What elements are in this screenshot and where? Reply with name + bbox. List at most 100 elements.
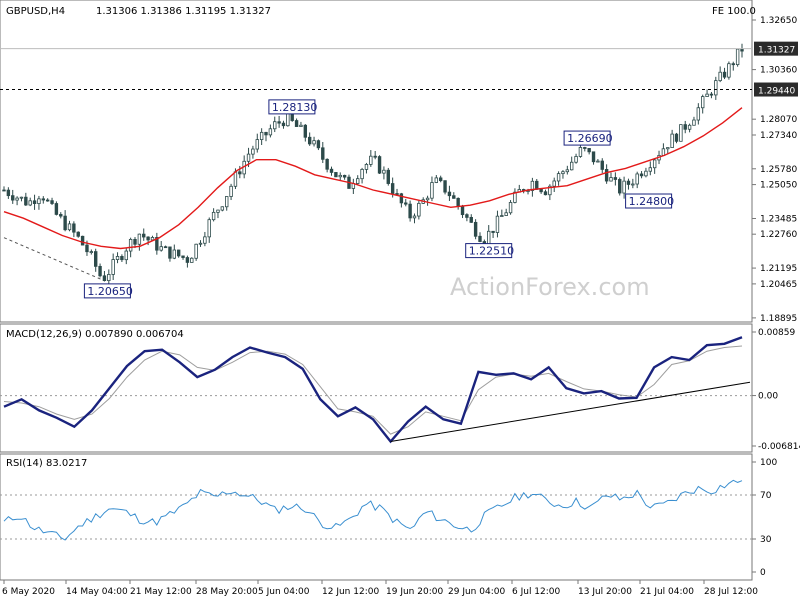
candle-body: [303, 124, 308, 138]
candle-body: [696, 107, 701, 121]
time-tick-label: 21 Jul 04:00: [640, 587, 694, 597]
candle-body: [460, 206, 465, 216]
candle-body: [609, 177, 613, 182]
candle-body: [469, 217, 473, 223]
candle-body: [626, 180, 631, 185]
candle-body: [225, 196, 229, 208]
candle-body: [185, 257, 190, 263]
candle-body: [238, 171, 242, 175]
candle-body: [495, 215, 500, 233]
price-tick-label: 1.25050: [760, 181, 797, 191]
candle-body: [111, 259, 115, 275]
candle-body: [356, 178, 360, 184]
candle-body: [382, 169, 386, 174]
rsi-panel: RSI(14) 83.0217 100 70 30 0: [0, 453, 777, 581]
price-tick-label: 1.20465: [760, 280, 797, 290]
time-tick-label: 29 Jun 04:00: [448, 587, 505, 597]
forex-chart: GBPUSD,H4 1.31306 1.31386 1.31195 1.3132…: [0, 0, 800, 597]
price-tick-label: 1.25780: [760, 165, 797, 175]
candle-body: [334, 172, 338, 178]
price-axis: 1.32650 1.30360 1.28070 1.27340 1.25780 1.250…: [752, 16, 797, 324]
candle-body: [447, 191, 452, 197]
current-price-label: 1.31327: [758, 46, 795, 56]
candle-body: [692, 119, 696, 126]
candle-body: [500, 215, 504, 217]
candle-body: [307, 136, 312, 145]
candle-body: [644, 170, 648, 177]
time-tick-label: 14 May 04:00: [66, 587, 128, 597]
price-tick-label: 1.28070: [760, 115, 797, 125]
candle-body: [430, 182, 434, 199]
annotation-label: 1.28130: [272, 101, 318, 114]
candle-body: [294, 120, 299, 127]
candle-body: [395, 193, 399, 195]
candle-body: [722, 71, 727, 78]
time-tick-label: 28 May 20:00: [196, 587, 258, 597]
macd-title: MACD(12,26,9) 0.007890 0.006704: [6, 329, 184, 340]
candle-body: [163, 246, 168, 249]
candle-body: [19, 196, 24, 199]
candle-body: [661, 148, 666, 156]
macd-panel: MACD(12,26,9) 0.007890 0.006704 0.00859 0…: [0, 323, 800, 453]
candle-body: [377, 156, 382, 174]
candle-body: [11, 195, 15, 201]
candle-body: [251, 148, 255, 155]
macd-tick-label: -0.006814: [758, 442, 800, 452]
fe-label: FE 100.0: [712, 6, 756, 17]
candle-body: [102, 275, 107, 282]
macd-tick-label: 0.00: [758, 392, 778, 402]
candle-body: [198, 242, 203, 245]
candle-body: [473, 221, 478, 237]
price-tick-label: 1.18895: [760, 314, 797, 324]
candle-body: [168, 246, 172, 259]
candle-body: [277, 121, 281, 124]
macd-tick-label: 0.00859: [758, 328, 795, 338]
candle-body: [596, 160, 600, 163]
watermark: ActionForex.com: [450, 273, 650, 301]
candle-body: [591, 151, 596, 163]
candle-body: [67, 223, 72, 231]
candle-body: [569, 161, 574, 171]
candle-body: [731, 63, 735, 66]
candle-body: [648, 167, 652, 172]
candle-body: [286, 111, 290, 127]
candle-body: [142, 233, 146, 238]
candle-body: [50, 200, 54, 204]
candle-body: [666, 147, 670, 150]
price-tick-label: 1.30360: [760, 66, 797, 76]
candle-body: [674, 133, 679, 142]
candle-body: [561, 171, 565, 175]
candle-body: [80, 235, 85, 246]
time-axis: 6 May 2020 14 May 04:00 21 May 12:00 28 May…: [2, 580, 758, 597]
candle-body: [32, 200, 37, 204]
candle-body: [438, 177, 443, 182]
candle-body: [115, 256, 120, 260]
candle-body: [587, 148, 591, 153]
candle-body: [2, 189, 6, 192]
candle-body: [631, 183, 635, 186]
candle-body: [578, 147, 583, 157]
symbol-label: GBPUSD,H4: [6, 6, 65, 17]
time-tick-label: 6 Jul 12:00: [512, 587, 561, 597]
candle-body: [600, 160, 604, 170]
candle-body: [622, 180, 626, 194]
candle-body: [120, 256, 124, 261]
candle-body: [216, 209, 220, 213]
level-label: 1.29440: [758, 87, 795, 97]
candle-body: [412, 215, 417, 219]
candle-body: [390, 183, 395, 194]
candle-body: [137, 233, 142, 245]
candle-body: [72, 223, 76, 233]
rsi-tick-label: 100: [760, 458, 777, 468]
candle-body: [229, 185, 233, 197]
candle-body: [508, 202, 513, 214]
candle-body: [190, 257, 194, 263]
candle-body: [321, 147, 325, 160]
candle-body: [54, 203, 59, 215]
candle-body: [203, 236, 207, 244]
candle-body: [264, 131, 268, 136]
candle-body: [312, 140, 316, 145]
candle-body: [172, 249, 177, 259]
candle-body: [338, 174, 342, 178]
candle-body: [246, 153, 251, 162]
